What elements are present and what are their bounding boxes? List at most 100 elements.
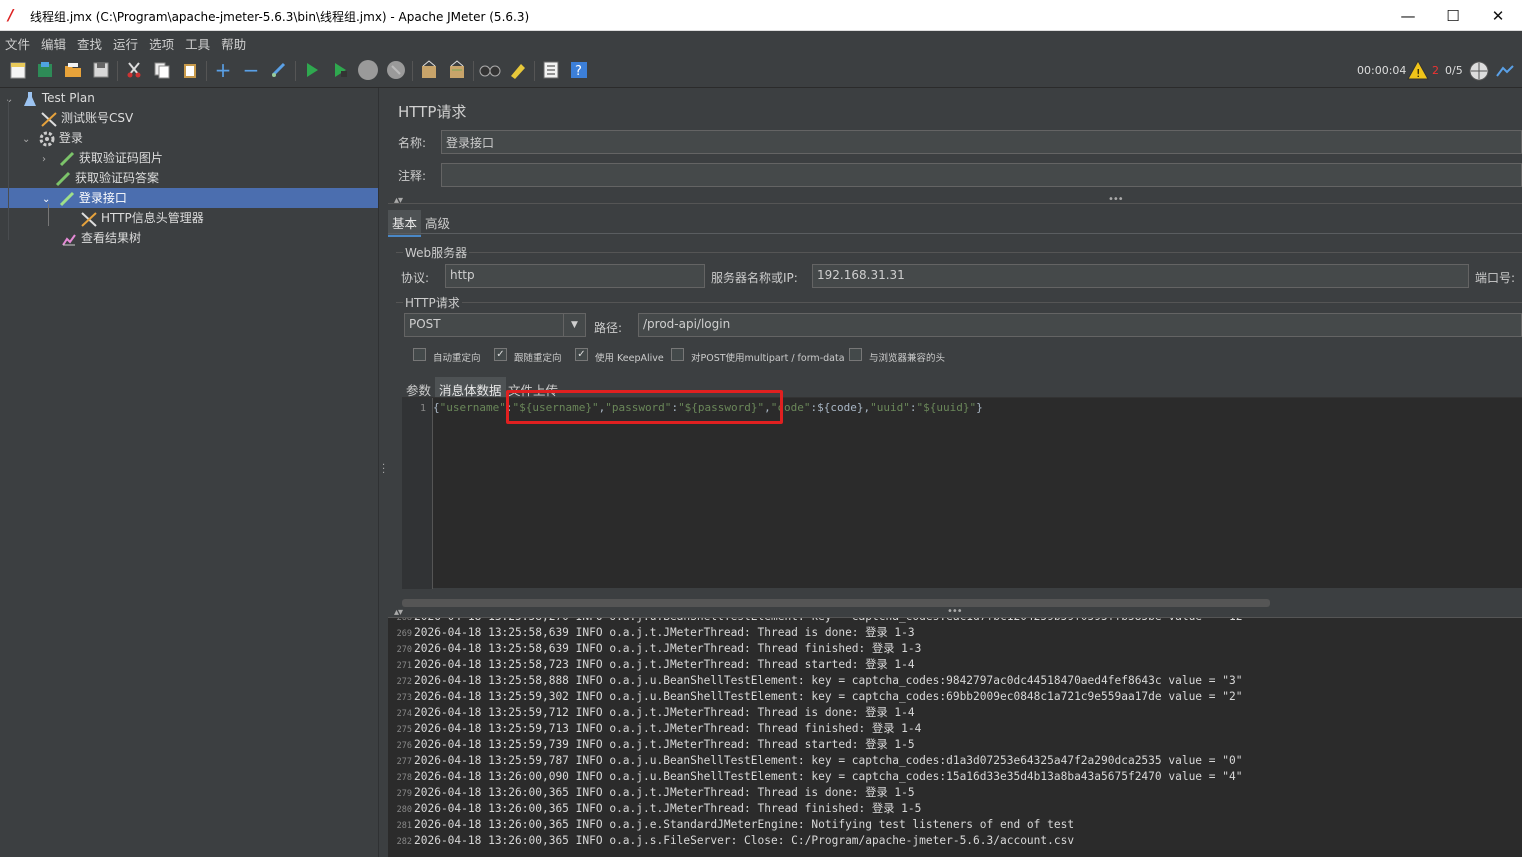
tree-node-results-tree[interactable]: 查看结果树 [60, 228, 141, 248]
web-server-group-border [396, 252, 1522, 253]
vertical-splitter[interactable]: · · · [378, 88, 388, 857]
search-icon[interactable] [479, 59, 501, 81]
clear-icon[interactable] [418, 59, 440, 81]
warning-icon[interactable]: ! [1407, 59, 1429, 83]
collapse-chevron-icon[interactable]: ⌄ [5, 90, 17, 110]
toolbar-separator [473, 61, 474, 81]
function-helper-icon[interactable] [540, 59, 562, 81]
paste-icon[interactable] [179, 59, 201, 81]
body-data-editor[interactable]: 1 {"username":"${username}","password":"… [402, 397, 1522, 589]
tree-node-login-api[interactable]: ⌄ 登录接口 [0, 188, 378, 208]
tree-node-captcha-answer[interactable]: 获取验证码答案 [54, 168, 159, 188]
collapse-arrows-icon[interactable]: ▴▾ [394, 195, 403, 206]
maximize-button[interactable]: ☐ [1430, 0, 1476, 31]
log-panel[interactable]: 2682026-04-18 13:25:58,270 INFO o.a.j.u.… [388, 617, 1522, 857]
close-button[interactable]: ✕ [1475, 0, 1521, 31]
log-line: 274 2026-04-18 13:25:59,712 INFO o.a.j.t.… [388, 705, 915, 721]
expand-all-icon[interactable]: + [212, 58, 234, 82]
copy-icon[interactable] [151, 59, 173, 81]
multipart-checkbox[interactable] [671, 348, 684, 361]
path-input[interactable]: /prod-api/login [638, 313, 1522, 337]
collapse-chevron-icon[interactable]: ⌄ [22, 130, 34, 150]
log-line-text: 2026-04-18 13:26:00,365 INFO o.a.j.s.Fil… [414, 834, 1075, 847]
tab-advanced[interactable]: 高级 [421, 210, 454, 235]
menu-help[interactable]: 帮助 [216, 31, 252, 53]
log-viewer-icon[interactable] [1495, 62, 1515, 83]
browser-headers-checkbox[interactable] [849, 348, 862, 361]
menu-file[interactable]: 文件 [0, 31, 36, 53]
log-line-text: 2026-04-18 13:25:58,888 INFO o.a.j.u.Bea… [414, 674, 1243, 687]
log-line-number: 280 [396, 805, 412, 815]
shutdown-icon[interactable] [385, 59, 407, 81]
menu-run[interactable]: 运行 [108, 31, 144, 53]
server-input[interactable]: 192.168.31.31 [812, 264, 1469, 288]
comment-input[interactable] [441, 163, 1522, 187]
tree-node-header-manager[interactable]: HTTP信息头管理器 [80, 208, 204, 228]
templates-icon[interactable] [34, 59, 56, 81]
sampler-icon [58, 191, 76, 207]
cut-icon[interactable] [123, 59, 145, 81]
log-line: 275 2026-04-18 13:25:59,713 INFO o.a.j.t.… [388, 721, 922, 737]
expand-chevron-icon[interactable]: › [42, 150, 54, 170]
port-label: 端口号: [1475, 271, 1516, 285]
open-icon[interactable] [62, 59, 84, 81]
menu-options[interactable]: 选项 [144, 31, 180, 53]
highlight-annotation [506, 390, 783, 424]
tree-node-label: 获取验证码答案 [75, 171, 160, 185]
minimize-button[interactable]: — [1385, 0, 1431, 31]
log-line-text: 2026-04-18 13:26:00,090 INFO o.a.j.u.Bea… [414, 770, 1243, 783]
menu-search[interactable]: 查找 [72, 31, 108, 53]
toolbar: + − ? 00:00:04 ! 2 0/5 [0, 53, 1522, 88]
save-icon[interactable] [90, 59, 112, 81]
protocol-input[interactable]: http [445, 264, 705, 288]
tree-guide-line [8, 100, 9, 240]
log-line-number: 276 [396, 741, 412, 751]
auto-redirect-label: 自动重定向 [433, 353, 481, 364]
remote-icon[interactable] [1468, 60, 1490, 85]
dropdown-arrow-icon[interactable]: ▼ [563, 314, 585, 336]
method-select[interactable]: POST ▼ [404, 313, 586, 337]
server-label: 服务器名称或IP: [711, 271, 798, 285]
tree-node-thread-group[interactable]: ⌄ 登录 [22, 128, 83, 148]
log-line: 279 2026-04-18 13:26:00,365 INFO o.a.j.t.… [388, 785, 915, 801]
sampler-icon [58, 151, 76, 167]
start-no-pauses-icon[interactable] [329, 59, 351, 81]
follow-redirect-checkbox[interactable]: ✓ [494, 348, 507, 361]
comment-label: 注释: [398, 169, 427, 183]
collapse-all-icon[interactable]: − [240, 58, 262, 82]
tree-node-label: 获取验证码图片 [78, 151, 163, 165]
auto-redirect-checkbox[interactable] [413, 348, 426, 361]
toolbar-separator [206, 61, 207, 81]
menu-edit[interactable]: 编辑 [36, 31, 72, 53]
http-group-title: HTTP请求 [403, 294, 462, 311]
log-line-text: 2026-04-18 13:25:59,302 INFO o.a.j.u.Bea… [414, 690, 1243, 703]
log-line-number: 269 [396, 629, 412, 639]
help-icon[interactable]: ? [568, 59, 590, 81]
toolbar-separator [295, 61, 296, 81]
log-line: 271 2026-04-18 13:25:58,723 INFO o.a.j.t.… [388, 657, 915, 673]
reset-search-icon[interactable] [507, 59, 529, 81]
tree-node-csv[interactable]: 测试账号CSV [40, 108, 133, 128]
new-icon[interactable] [7, 59, 29, 81]
clear-all-icon[interactable] [446, 59, 468, 81]
editor-hscrollbar[interactable] [402, 599, 1270, 607]
tree-node-test-plan[interactable]: ⌄ Test Plan [5, 88, 95, 108]
keepalive-checkbox[interactable]: ✓ [575, 348, 588, 361]
jmeter-app-icon: / [8, 6, 14, 24]
web-server-group-title: Web服务器 [403, 244, 470, 261]
toggle-icon[interactable] [268, 59, 290, 81]
log-line: 272 2026-04-18 13:25:58,888 INFO o.a.j.u.… [388, 673, 1243, 689]
keepalive-label: 使用 KeepAlive [595, 353, 664, 364]
log-line: 2682026-04-18 13:25:58,270 INFO o.a.j.u.… [388, 618, 1250, 625]
name-input[interactable]: 登录接口 [441, 130, 1522, 154]
stop-icon[interactable] [357, 59, 379, 81]
log-line-text: 2026-04-18 13:25:59,712 INFO o.a.j.t.JMe… [414, 706, 915, 719]
json-string-token: "uuid" [870, 401, 910, 414]
tree-node-label: 查看结果树 [81, 231, 142, 245]
splitter-grip-icon[interactable]: ••• [947, 606, 963, 617]
tree-node-label: HTTP信息头管理器 [101, 211, 204, 225]
menu-tools[interactable]: 工具 [180, 31, 216, 53]
start-icon[interactable] [301, 59, 323, 81]
active-threads: 0/5 [1445, 64, 1463, 77]
tree-node-captcha-image[interactable]: › 获取验证码图片 [42, 148, 163, 168]
